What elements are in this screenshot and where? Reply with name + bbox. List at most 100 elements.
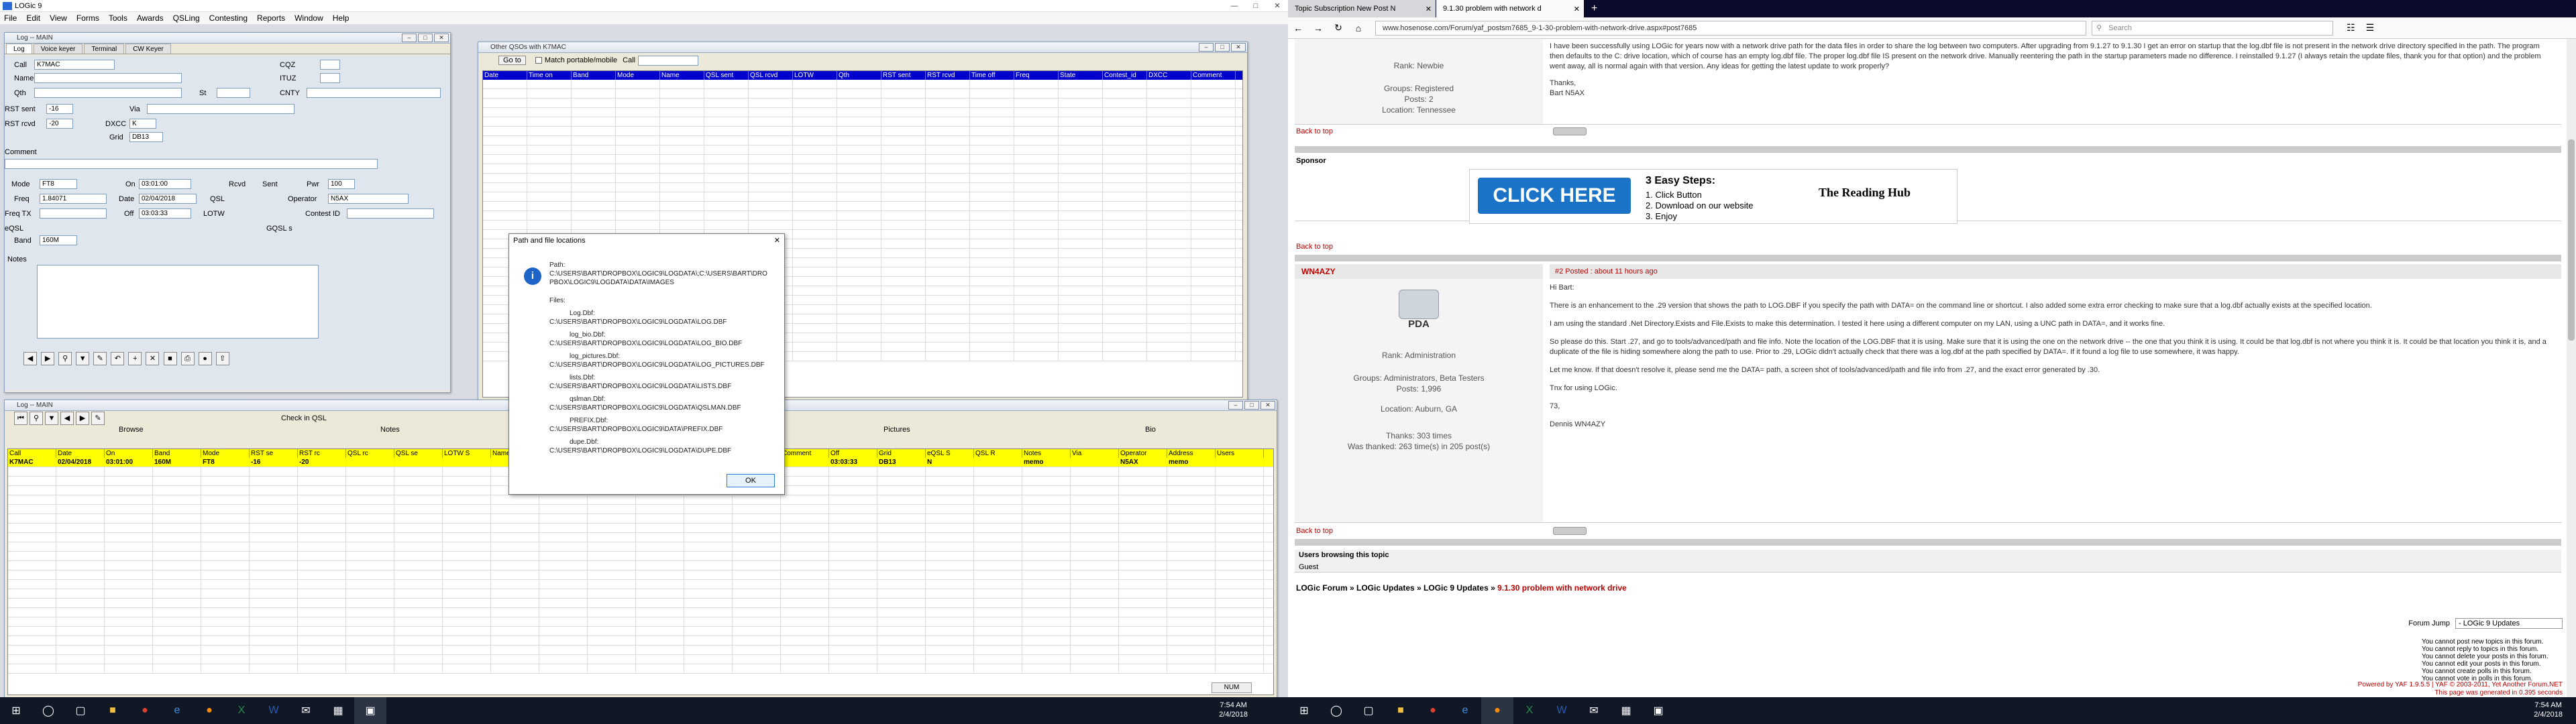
- column-header[interactable]: Via: [1071, 449, 1119, 458]
- table-row[interactable]: [483, 136, 1242, 145]
- back-to-top-link-2[interactable]: Back to top: [1296, 243, 1333, 251]
- left-clock[interactable]: 7:54 AM 2/4/2018: [1219, 701, 1248, 719]
- table-row[interactable]: [8, 495, 1273, 505]
- minimize-icon[interactable]: –: [402, 34, 417, 42]
- menu-item-awards[interactable]: Awards: [137, 13, 164, 23]
- column-header[interactable]: Operator: [1119, 449, 1167, 458]
- chrome-icon[interactable]: ●: [1417, 697, 1449, 724]
- filter-button[interactable]: ▼: [76, 352, 90, 365]
- via-input[interactable]: [147, 104, 294, 114]
- close-icon[interactable]: ✕: [1426, 5, 1432, 13]
- edit-icon[interactable]: ✎: [91, 412, 105, 425]
- task-view-icon[interactable]: ▢: [1352, 697, 1385, 724]
- maximize-icon[interactable]: □: [1244, 401, 1259, 410]
- column-header[interactable]: Time off: [970, 71, 1014, 80]
- table-row[interactable]: [8, 608, 1273, 617]
- column-header[interactable]: QSL R: [974, 449, 1022, 458]
- filter-icon[interactable]: ▼: [45, 412, 58, 425]
- close-icon[interactable]: ✕: [434, 34, 449, 42]
- menu-item-tools[interactable]: Tools: [109, 13, 127, 23]
- column-header[interactable]: Mode: [616, 71, 660, 80]
- edge-icon[interactable]: e: [1449, 697, 1481, 724]
- page-scrollbar[interactable]: [2567, 39, 2576, 697]
- menu-item-contesting[interactable]: Contesting: [209, 13, 248, 23]
- menu-item-file[interactable]: File: [4, 13, 17, 23]
- search-field[interactable]: ⚲ Search: [2092, 20, 2333, 36]
- column-header[interactable]: Band: [153, 449, 201, 458]
- search-icon[interactable]: ◯: [1320, 697, 1352, 724]
- tab-terminal[interactable]: Terminal: [84, 44, 125, 54]
- post-2-user[interactable]: WN4AZY: [1295, 264, 1543, 279]
- column-header[interactable]: RST rcvd: [926, 71, 970, 80]
- table-row[interactable]: [483, 117, 1242, 127]
- table-row[interactable]: [8, 580, 1273, 589]
- breadcrumb-item[interactable]: LOGic Forum: [1296, 583, 1348, 593]
- table-row[interactable]: [8, 552, 1273, 561]
- notes-textarea[interactable]: [37, 265, 319, 339]
- table-row[interactable]: [483, 127, 1242, 136]
- quote-button-1[interactable]: [1553, 127, 1587, 135]
- calculator-icon[interactable]: ▦: [322, 697, 354, 724]
- table-row[interactable]: [8, 505, 1273, 514]
- minimize-icon[interactable]: —: [1224, 0, 1245, 12]
- menu-item-edit[interactable]: Edit: [26, 13, 40, 23]
- menu-item-forms[interactable]: Forms: [76, 13, 99, 23]
- home-icon[interactable]: ⌂: [1348, 23, 1368, 34]
- state-input[interactable]: [217, 88, 250, 98]
- column-header[interactable]: Date: [483, 71, 527, 80]
- firefox-icon[interactable]: ●: [193, 697, 225, 724]
- close-icon[interactable]: ✕: [1574, 5, 1580, 13]
- mail-icon[interactable]: ✉: [290, 697, 322, 724]
- other-call-input[interactable]: [638, 55, 699, 66]
- name-input[interactable]: [34, 73, 182, 83]
- column-header[interactable]: State: [1059, 71, 1103, 80]
- table-row[interactable]: [8, 561, 1273, 570]
- forward-icon[interactable]: →: [1308, 23, 1328, 34]
- word-icon[interactable]: W: [1546, 697, 1578, 724]
- table-row[interactable]: [8, 599, 1273, 608]
- search-button[interactable]: ⚲: [58, 352, 72, 365]
- excel-icon[interactable]: X: [1513, 697, 1546, 724]
- table-row[interactable]: [483, 80, 1242, 89]
- table-row[interactable]: [8, 617, 1273, 627]
- excel-icon[interactable]: X: [225, 697, 258, 724]
- logic-app-icon[interactable]: ▣: [1642, 697, 1674, 724]
- tab-log[interactable]: Log: [6, 44, 32, 54]
- column-header[interactable]: Name: [660, 71, 704, 80]
- table-row[interactable]: [8, 533, 1273, 542]
- maximize-icon[interactable]: □: [1245, 0, 1267, 12]
- tab-problem-network[interactable]: 9.1.30 problem with network d ✕: [1436, 0, 1584, 17]
- calculator-icon[interactable]: ▦: [1610, 697, 1642, 724]
- table-row[interactable]: [8, 542, 1273, 552]
- table-row[interactable]: [483, 202, 1242, 211]
- quote-button-2[interactable]: [1553, 527, 1587, 535]
- ad-banner[interactable]: CLICK HERE 3 Easy Steps: 1. Click Button…: [1469, 169, 1957, 224]
- column-header[interactable]: Date: [56, 449, 105, 458]
- column-header[interactable]: RST se: [250, 449, 298, 458]
- menu-item-help[interactable]: Help: [333, 13, 350, 23]
- tab-topic-subscription[interactable]: Topic Subscription New Post N ✕: [1288, 0, 1436, 17]
- new-tab-icon[interactable]: +: [1585, 0, 1604, 17]
- column-header[interactable]: QSL sent: [704, 71, 749, 80]
- back-icon[interactable]: ←: [1288, 23, 1308, 34]
- ad-click-button[interactable]: CLICK HERE: [1478, 178, 1631, 214]
- table-row[interactable]: [483, 211, 1242, 221]
- lock-button[interactable]: ●: [198, 352, 212, 365]
- back-to-top-link-1[interactable]: Back to top: [1296, 127, 1333, 135]
- maximize-icon[interactable]: □: [418, 34, 433, 42]
- check-in-qsl-button[interactable]: Check in QSL: [281, 414, 327, 422]
- column-header[interactable]: LOTW: [793, 71, 837, 80]
- table-row[interactable]: [8, 589, 1273, 599]
- contest-id-input[interactable]: [347, 208, 434, 219]
- column-header[interactable]: Users: [1216, 449, 1264, 458]
- prev-icon[interactable]: ◀: [60, 412, 74, 425]
- time-off-input[interactable]: 03:03:33: [139, 208, 191, 219]
- close-icon[interactable]: ✕: [1260, 401, 1275, 410]
- column-header[interactable]: Freq: [1014, 71, 1059, 80]
- column-header[interactable]: Comment: [781, 449, 829, 458]
- match-portable-checkbox[interactable]: [535, 57, 542, 64]
- table-row[interactable]: [483, 145, 1242, 155]
- maximize-icon[interactable]: □: [1215, 43, 1230, 52]
- first-record-icon[interactable]: ⏮: [14, 412, 28, 425]
- freq-tx-input[interactable]: [40, 208, 107, 219]
